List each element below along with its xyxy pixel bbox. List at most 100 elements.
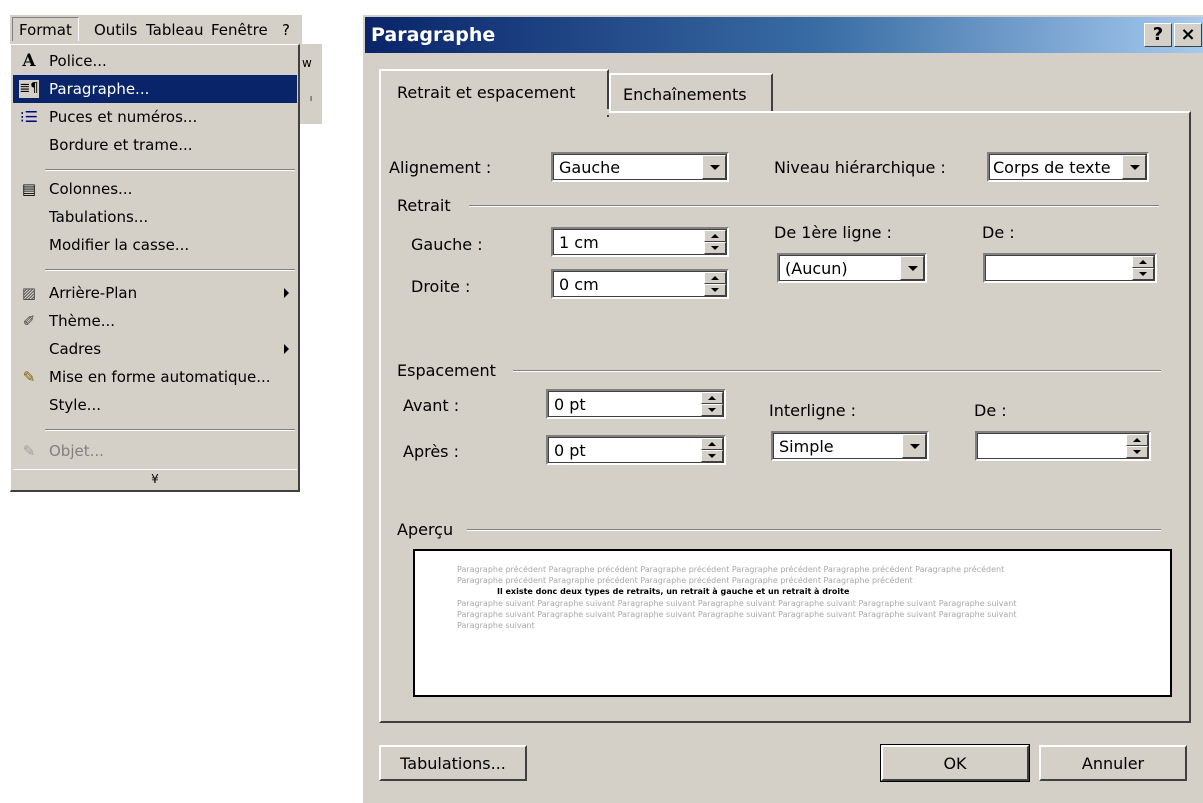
spin-up-icon[interactable]: [704, 272, 726, 284]
menu-format[interactable]: Format: [12, 17, 79, 41]
menu-item-objet[interactable]: ✎ Objet...: [13, 437, 297, 465]
menu-tableau[interactable]: Tableau: [146, 21, 204, 39]
menu-item-label: Cadres: [49, 340, 102, 358]
line-spacing-value: Simple: [779, 437, 834, 456]
spin-down-icon[interactable]: [701, 404, 723, 416]
submenu-arrow-icon: [284, 344, 289, 354]
spin-down-icon[interactable]: [704, 284, 726, 296]
spin-arrows-icon[interactable]: [1126, 434, 1148, 458]
outline-level-value: Corps de texte: [993, 158, 1111, 177]
preview-previous-line: Paragraphe précédent Paragraphe précéden…: [457, 565, 1005, 574]
indent-group-label: Retrait: [397, 196, 451, 215]
background-text: ˡ: [310, 94, 312, 108]
paragraph-icon: ≣¶: [19, 80, 39, 98]
background-text: w: [302, 56, 312, 70]
font-A-icon: A: [22, 51, 36, 71]
spin-up-icon[interactable]: [1132, 256, 1154, 268]
chevron-down-icon[interactable]: [902, 434, 926, 458]
first-line-select[interactable]: (Aucun): [777, 253, 927, 283]
spin-up-icon[interactable]: [704, 230, 726, 242]
alignment-value: Gauche: [559, 158, 621, 177]
menu-separator: [45, 169, 295, 171]
spin-arrows-icon[interactable]: [1132, 256, 1154, 280]
spin-up-icon[interactable]: [701, 392, 723, 404]
menu-item-casse[interactable]: Modifier la casse...: [13, 231, 297, 259]
first-line-label: De 1ère ligne :: [774, 223, 892, 242]
menu-fenetre[interactable]: Fenêtre: [211, 21, 268, 39]
indent-right-spinner[interactable]: 0 cm: [551, 269, 729, 299]
preview-current-line: Il existe donc deux types de retraits, u…: [497, 587, 850, 596]
spin-down-icon[interactable]: [704, 242, 726, 254]
indent-right-value: 0 cm: [559, 275, 599, 294]
menu-bar: Format Outils Tableau Fenêtre ?: [10, 14, 302, 46]
line-spacing-label: Interligne :: [769, 401, 857, 420]
spacing-after-label: Après :: [403, 442, 459, 461]
menu-item-cadres[interactable]: Cadres: [13, 335, 297, 363]
menu-item-tabulations[interactable]: Tabulations...: [13, 203, 297, 231]
spin-down-icon[interactable]: [1132, 268, 1154, 280]
expand-menu-chevron-icon[interactable]: ¥: [13, 469, 297, 488]
chevron-down-icon[interactable]: [900, 256, 924, 280]
indent-right-label: Droite :: [411, 277, 471, 296]
spin-arrows-icon[interactable]: [704, 230, 726, 254]
preview-group-label: Aperçu: [397, 520, 454, 539]
spacing-after-value: 0 pt: [554, 441, 586, 460]
outline-level-select[interactable]: Corps de texte: [987, 152, 1149, 182]
line-spacing-select[interactable]: Simple: [771, 431, 929, 461]
line-spacing-at-label: De :: [974, 401, 1007, 420]
spin-down-icon[interactable]: [1126, 446, 1148, 458]
indent-left-label: Gauche :: [411, 235, 483, 254]
menu-item-arriere-plan[interactable]: ▨ Arrière-Plan: [13, 279, 297, 307]
menu-item-label: Modifier la casse...: [49, 236, 190, 254]
menu-item-label: Arrière-Plan: [49, 284, 138, 302]
menu-item-paragraphe[interactable]: ≣¶ Paragraphe...: [13, 75, 297, 103]
indent-by-spinner[interactable]: [983, 253, 1157, 283]
menu-item-police[interactable]: A Police...: [13, 47, 297, 75]
spin-up-icon[interactable]: [1126, 434, 1148, 446]
spin-arrows-icon[interactable]: [701, 438, 723, 462]
theme-icon: ✐: [22, 312, 36, 330]
spin-down-icon[interactable]: [701, 450, 723, 462]
menu-item-style[interactable]: Style...: [13, 391, 297, 419]
menu-item-label: Thème...: [49, 312, 116, 330]
indent-left-value: 1 cm: [559, 233, 599, 252]
menu-item-theme[interactable]: ✐ Thème...: [13, 307, 297, 335]
preview-previous-line: Paragraphe précédent Paragraphe précéden…: [457, 576, 913, 585]
preview-next-line: Paragraphe suivant Paragraphe suivant Pa…: [457, 599, 1017, 608]
menu-item-label: Bordure et trame...: [49, 136, 193, 154]
preview-next-line: Paragraphe suivant: [457, 621, 535, 630]
paragraph-preview: Paragraphe précédent Paragraphe précéden…: [413, 549, 1172, 697]
outline-level-label: Niveau hiérarchique :: [774, 158, 946, 177]
format-menu-dropdown: A Police... ≣¶ Paragraphe... ⁝☰ Puces et…: [10, 44, 300, 492]
spacing-before-spinner[interactable]: 0 pt: [546, 389, 726, 419]
indent-group-line: [469, 205, 1159, 207]
menu-separator: [45, 269, 295, 271]
object-icon: ✎: [22, 442, 36, 460]
spacing-before-value: 0 pt: [554, 395, 586, 414]
spacing-after-spinner[interactable]: 0 pt: [546, 435, 726, 465]
menu-item-label: Police...: [49, 52, 107, 70]
indent-by-label: De :: [982, 223, 1015, 242]
menu-outils[interactable]: Outils: [94, 21, 137, 39]
chevron-down-icon[interactable]: [1122, 155, 1146, 179]
spin-up-icon[interactable]: [701, 438, 723, 450]
columns-icon: ▤: [21, 180, 37, 198]
bullets-icon: ⁝☰: [19, 108, 39, 126]
autoformat-icon: ✎: [22, 368, 36, 386]
menu-item-mise-en-forme[interactable]: ✎ Mise en forme automatique...: [13, 363, 297, 391]
spin-arrows-icon[interactable]: [701, 392, 723, 416]
submenu-arrow-icon: [284, 288, 289, 298]
first-line-value: (Aucun): [785, 259, 848, 278]
indent-left-spinner[interactable]: 1 cm: [551, 227, 729, 257]
spin-arrows-icon[interactable]: [704, 272, 726, 296]
chevron-down-icon[interactable]: [702, 155, 726, 179]
menu-item-label: Objet...: [49, 442, 104, 460]
menu-item-label: Colonnes...: [49, 180, 133, 198]
menu-item-puces[interactable]: ⁝☰ Puces et numéros...: [13, 103, 297, 131]
line-spacing-at-spinner[interactable]: [975, 431, 1151, 461]
menu-help[interactable]: ?: [282, 21, 290, 39]
alignment-select[interactable]: Gauche: [551, 152, 729, 182]
menu-item-colonnes[interactable]: ▤ Colonnes...: [13, 175, 297, 203]
menu-item-bordure[interactable]: Bordure et trame...: [13, 131, 297, 159]
menu-item-label: Paragraphe...: [49, 80, 150, 98]
